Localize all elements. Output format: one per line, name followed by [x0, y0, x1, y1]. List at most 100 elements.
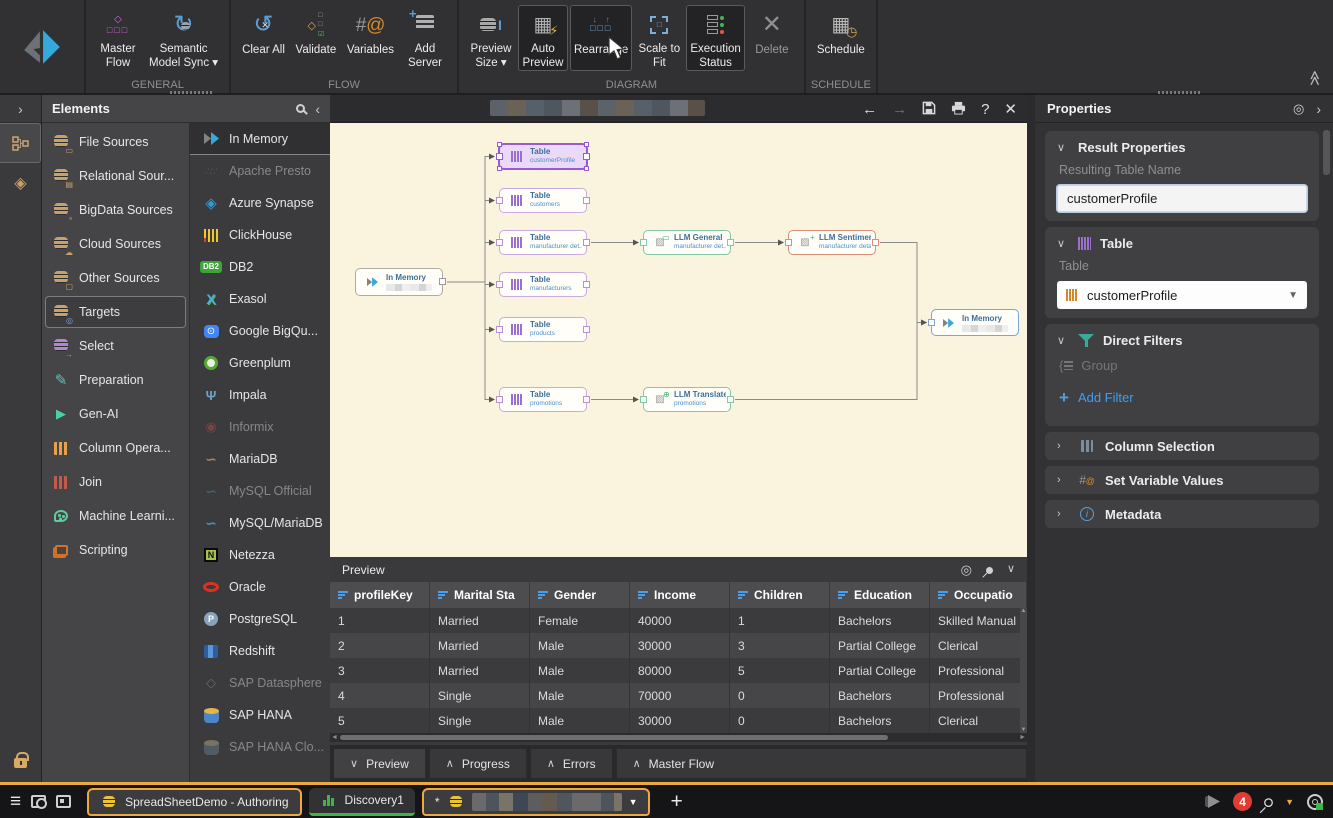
connector-item-greenplum[interactable]: Greenplum	[190, 347, 330, 379]
menu-icon[interactable]: ≡	[10, 792, 21, 811]
taskbar-tab-spreadsheetdemo-authoring[interactable]: SpreadSheetDemo - Authoring	[87, 788, 301, 816]
category-item-cloud-sources[interactable]: ☁Cloud Sources	[42, 227, 189, 261]
back-icon[interactable]: ←	[862, 102, 877, 117]
gen-ai-indicator-icon[interactable]	[1205, 795, 1220, 808]
node-table-customerprofile[interactable]: TablecustomerProfile	[499, 144, 587, 169]
input-port[interactable]	[785, 239, 792, 246]
connector-item-sap-hana-clo[interactable]: SAP HANA Clo...	[190, 731, 330, 763]
collapsed-card-metadata[interactable]: ›iMetadata	[1045, 500, 1319, 528]
column-header-education[interactable]: Education	[830, 582, 930, 608]
node-table-promotions[interactable]: Tablepromotions	[499, 387, 587, 412]
category-item-bigdata-sources[interactable]: ∘BigData Sources	[42, 193, 189, 227]
chevron-down-icon[interactable]: ∨	[1057, 237, 1069, 250]
category-item-select[interactable]: →Select	[42, 329, 189, 363]
help-icon[interactable]: ?	[981, 102, 989, 117]
ribbon-button-auto-preview[interactable]: ▦⚡Auto Preview	[518, 5, 568, 71]
window-layout-icon[interactable]	[56, 795, 71, 808]
table-row[interactable]: 4SingleMale700000BachelorsProfessional	[330, 683, 1027, 708]
selection-handle[interactable]	[497, 142, 502, 147]
resulting-table-name-input[interactable]	[1057, 185, 1307, 212]
column-header-gender[interactable]: Gender	[530, 582, 630, 608]
output-port[interactable]	[583, 326, 590, 333]
scroll-left-icon[interactable]: ◄	[331, 733, 338, 742]
input-port[interactable]	[928, 319, 935, 326]
output-port[interactable]	[583, 396, 590, 403]
taskbar-tab-discovery1[interactable]: Discovery1	[309, 788, 415, 816]
input-port[interactable]	[496, 396, 503, 403]
collapse-elements-icon[interactable]: ‹	[315, 101, 320, 117]
app-logo[interactable]	[0, 0, 86, 93]
collapsed-card-set-variable-values[interactable]: ›#@Set Variable Values	[1045, 466, 1319, 494]
connector-item-netezza[interactable]: NNetezza	[190, 539, 330, 571]
category-item-gen-ai[interactable]: ▶Gen-AI	[42, 397, 189, 431]
taskbar-tab-redacted[interactable]: *▼	[422, 788, 651, 816]
output-port[interactable]	[583, 281, 590, 288]
ribbon-button-clear-all[interactable]: ↺✕Clear All	[238, 5, 289, 71]
chevron-down-icon[interactable]: ▼	[1288, 290, 1298, 301]
ribbon-button-execution-status[interactable]: Execution Status	[686, 5, 745, 71]
connector-item-mysql-mariadb[interactable]: ∽MySQL/MariaDB	[190, 507, 330, 539]
drag-handle[interactable]	[170, 91, 214, 94]
connector-item-informix[interactable]: ◉Informix	[190, 411, 330, 443]
output-port[interactable]	[583, 197, 590, 204]
tab-errors[interactable]: ∧Errors	[530, 748, 613, 779]
pin-icon[interactable]	[986, 563, 993, 576]
ribbon-collapse-icon[interactable]: ≪	[1306, 70, 1324, 86]
print-icon[interactable]	[951, 101, 966, 118]
connection-status-icon[interactable]	[1307, 794, 1323, 810]
drag-handle[interactable]	[1158, 91, 1202, 94]
pin-icon[interactable]	[1264, 790, 1273, 813]
pin-dropdown-icon[interactable]: ▼	[1285, 797, 1294, 807]
node-table-customers[interactable]: Tablecustomers	[499, 188, 587, 213]
collapsed-card-column-selection[interactable]: ›Column Selection	[1045, 432, 1319, 460]
output-port[interactable]	[727, 396, 734, 403]
connector-item-postgresql[interactable]: PPostgreSQL	[190, 603, 330, 635]
connector-item-google-bigqu[interactable]: ⊙Google BigQu...	[190, 315, 330, 347]
category-item-scripting[interactable]: Scripting	[42, 533, 189, 567]
collapse-properties-icon[interactable]: ›	[1316, 101, 1321, 117]
selection-handle[interactable]	[497, 166, 502, 171]
category-item-targets[interactable]: ◎Targets	[45, 296, 186, 328]
connector-item-sap-datasphere[interactable]: ◇SAP Datasphere	[190, 667, 330, 699]
input-port[interactable]	[496, 153, 503, 160]
connector-item-redshift[interactable]: Redshift	[190, 635, 330, 667]
ribbon-button-add-server[interactable]: +Add Server	[400, 5, 450, 71]
connector-item-oracle[interactable]: Oracle	[190, 571, 330, 603]
output-port[interactable]	[872, 239, 879, 246]
column-header-marital-sta[interactable]: Marital Sta	[430, 582, 530, 608]
output-port[interactable]	[583, 239, 590, 246]
table-select[interactable]: customerProfile ▼	[1057, 281, 1307, 309]
ribbon-button-delete[interactable]: ✕Delete	[747, 5, 797, 71]
new-tab-button[interactable]: +	[670, 790, 682, 814]
watch-properties-icon[interactable]: ◎	[1293, 102, 1304, 115]
connector-item-mariadb[interactable]: ∽MariaDB	[190, 443, 330, 475]
column-header-profilekey[interactable]: profileKey	[330, 582, 430, 608]
node-in-memory[interactable]: In Memory	[355, 268, 443, 296]
node-table-manufacturers[interactable]: Tablemanufacturers	[499, 272, 587, 297]
add-filter-button[interactable]: + Add Filter	[1059, 389, 1307, 406]
node-in-memory[interactable]: In Memory	[931, 309, 1019, 336]
table-row[interactable]: 5SingleMale300000BachelorsClerical	[330, 708, 1027, 733]
ribbon-button-variables[interactable]: #@Variables	[343, 5, 398, 71]
preview-vertical-scrollbar[interactable]: ▲▼	[1020, 608, 1027, 733]
ribbon-button-preview-size[interactable]: IPreview Size ▾	[466, 5, 516, 71]
scrollbar-thumb[interactable]	[340, 735, 888, 740]
column-header-occupatio[interactable]: Occupatio	[930, 582, 1027, 608]
output-port[interactable]	[439, 278, 446, 285]
input-port[interactable]	[496, 326, 503, 333]
preview-mode-icon[interactable]	[31, 795, 46, 808]
save-icon[interactable]	[922, 101, 936, 118]
connector-item-mysql-official[interactable]: ∽MySQL Official	[190, 475, 330, 507]
ribbon-button-validate[interactable]: ◇□□☑Validate	[291, 5, 341, 71]
connector-item-exasol[interactable]: XExasol	[190, 283, 330, 315]
input-port[interactable]	[640, 396, 647, 403]
node-table-manufacturer-det[interactable]: Tablemanufacturer det...	[499, 230, 587, 255]
connector-item-db2[interactable]: DB2DB2	[190, 251, 330, 283]
category-item-join[interactable]: Join	[42, 465, 189, 499]
tab-progress[interactable]: ∧Progress	[429, 748, 527, 779]
ribbon-button-schedule[interactable]: ▦◷Schedule	[813, 5, 869, 71]
category-item-machine-learni[interactable]: Machine Learni...	[42, 499, 189, 533]
table-row[interactable]: 3MarriedMale800005Partial CollegeProfess…	[330, 658, 1027, 683]
connector-item-clickhouse[interactable]: ClickHouse	[190, 219, 330, 251]
selection-handle[interactable]	[584, 166, 589, 171]
